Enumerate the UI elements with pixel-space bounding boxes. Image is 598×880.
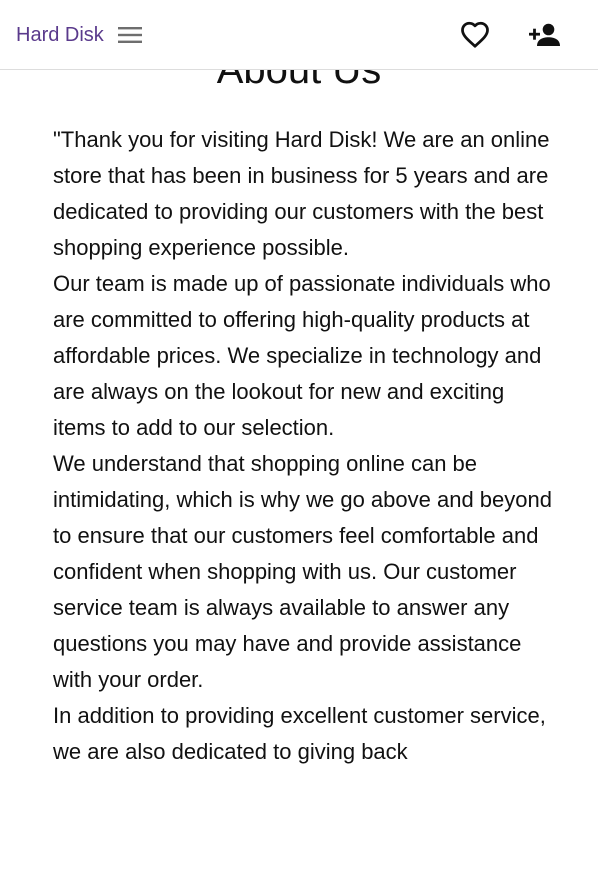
about-paragraph: Our team is made up of passionate indivi… xyxy=(53,271,551,440)
person-add-icon xyxy=(529,23,560,46)
about-paragraph: In addition to providing excellent custo… xyxy=(53,703,546,764)
main-content: About Us "Thank you for visiting Hard Di… xyxy=(0,0,598,880)
about-text: "Thank you for visiting Hard Disk! We ar… xyxy=(53,122,553,770)
favorites-button[interactable] xyxy=(460,20,490,50)
about-paragraph: "Thank you for visiting Hard Disk! We ar… xyxy=(53,127,550,260)
menu-button[interactable] xyxy=(117,24,143,46)
add-user-button[interactable] xyxy=(528,20,562,50)
top-navbar: Hard Disk xyxy=(0,0,598,70)
heart-outline-icon xyxy=(461,21,489,48)
hamburger-menu-icon xyxy=(118,27,142,43)
brand-link[interactable]: Hard Disk xyxy=(16,22,104,48)
about-paragraph: We understand that shopping online can b… xyxy=(53,451,552,692)
